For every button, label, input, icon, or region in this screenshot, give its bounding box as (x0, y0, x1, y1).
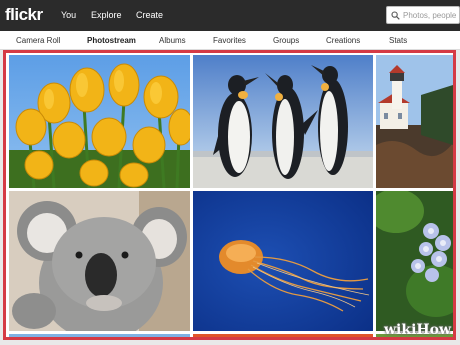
subnav-camera-roll[interactable]: Camera Roll (16, 36, 60, 45)
search-box[interactable] (386, 6, 460, 24)
wikihow-watermark: wikiHow (384, 322, 452, 338)
subnav-albums[interactable]: Albums (159, 36, 186, 45)
photo-next-row-2[interactable] (193, 334, 373, 337)
photo-jellyfish[interactable] (193, 191, 373, 331)
photo-next-row-1[interactable] (9, 334, 190, 337)
photo-koala[interactable] (9, 191, 190, 331)
photo-tulips[interactable] (9, 55, 190, 188)
subnav-stats[interactable]: Stats (389, 36, 407, 45)
search-input[interactable] (403, 8, 459, 22)
subnav-photostream[interactable]: Photostream (87, 36, 136, 45)
photo-hydrangea[interactable] (376, 191, 453, 331)
photo-grid (3, 50, 456, 340)
subnav-favorites[interactable]: Favorites (213, 36, 246, 45)
photostream-subnav: Camera Roll Photostream Albums Favorites… (0, 31, 460, 50)
nav-explore[interactable]: Explore (91, 10, 122, 20)
subnav-creations[interactable]: Creations (326, 36, 360, 45)
nav-you[interactable]: You (61, 10, 76, 20)
search-icon (391, 11, 400, 20)
photo-penguins[interactable] (193, 55, 373, 188)
subnav-groups[interactable]: Groups (273, 36, 299, 45)
photo-lighthouse[interactable] (376, 55, 453, 188)
flickr-logo[interactable]: flickr (5, 5, 43, 25)
top-nav-bar: flickr You Explore Create (0, 0, 460, 31)
nav-create[interactable]: Create (136, 10, 163, 20)
